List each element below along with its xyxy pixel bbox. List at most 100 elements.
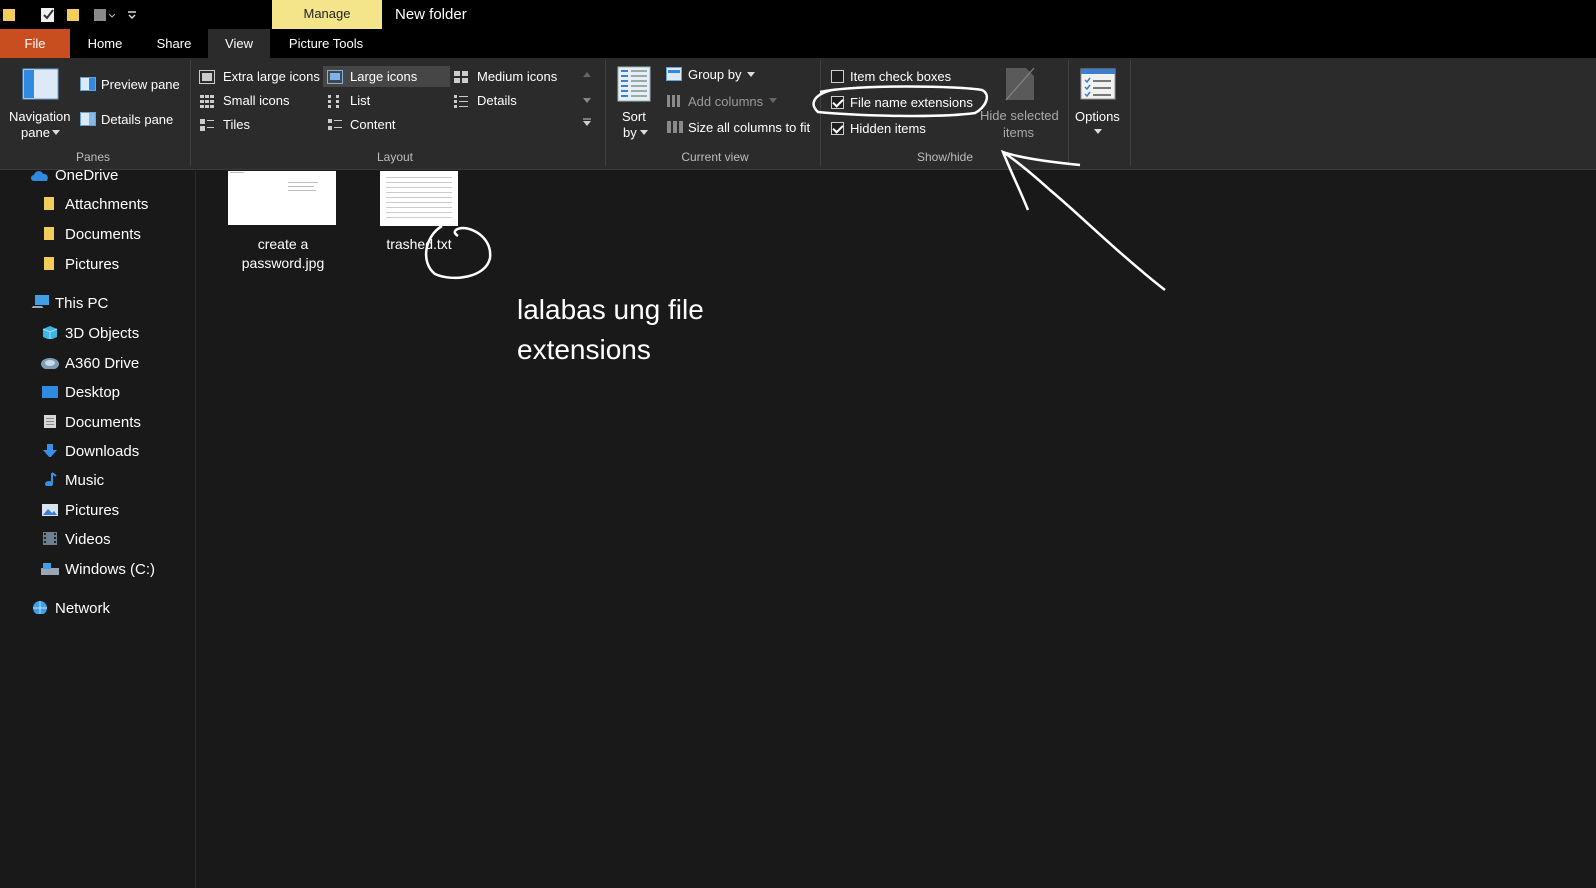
file-name-txt[interactable]: trashed.txt <box>364 235 474 254</box>
file-name-jpg[interactable]: create a password.jpg <box>224 235 342 273</box>
nav-item-network[interactable]: Network <box>55 600 110 617</box>
image-preview-icon <box>230 172 318 191</box>
nav-item-onedrive[interactable]: OneDrive <box>55 167 118 184</box>
hidden-items-checkbox[interactable] <box>831 122 844 135</box>
navigation-pane-icon[interactable] <box>22 68 60 100</box>
nav-item-downloads[interactable]: Downloads <box>65 443 139 460</box>
nav-item-desktop[interactable]: Desktop <box>65 384 120 401</box>
3d-objects-icon <box>42 326 58 339</box>
list-icon <box>328 95 339 108</box>
size-all-columns-button[interactable]: Size all columns to fit <box>688 120 810 135</box>
group-by-button[interactable]: Group by <box>688 67 741 82</box>
scroll-up-icon[interactable] <box>583 72 591 78</box>
details-pane-icon[interactable] <box>80 112 96 126</box>
preview-pane-button[interactable]: Preview pane <box>101 77 180 92</box>
properties-icon[interactable] <box>40 6 56 23</box>
layout-large-icons[interactable]: Large icons <box>350 69 417 84</box>
options-button[interactable]: Options <box>1075 109 1120 124</box>
hide-selected-items-icon[interactable] <box>1004 66 1036 102</box>
cloud-drive-icon <box>41 358 59 369</box>
layout-content[interactable]: Content <box>350 117 396 132</box>
preview-pane-icon[interactable] <box>80 77 96 91</box>
divider <box>190 60 191 166</box>
nav-item-onedrive-pictures[interactable]: Pictures <box>65 256 119 273</box>
divider <box>820 60 821 166</box>
sort-by-icon[interactable] <box>617 66 651 102</box>
tab-picture-tools[interactable]: Picture Tools <box>276 29 376 58</box>
rename-icon[interactable] <box>93 6 115 23</box>
layout-small-icons[interactable]: Small icons <box>223 93 289 108</box>
content-icon <box>328 119 342 130</box>
expand-gallery-icon[interactable] <box>582 118 592 128</box>
new-folder-icon[interactable] <box>66 6 80 23</box>
layout-details[interactable]: Details <box>477 93 517 108</box>
hide-selected-items-label-2[interactable]: items <box>1003 125 1034 140</box>
nav-item-documents[interactable]: Documents <box>65 414 141 431</box>
hide-selected-items-label-1[interactable]: Hide selected <box>980 108 1059 123</box>
tab-file[interactable]: File <box>0 29 70 58</box>
sort-by-label-2[interactable]: by <box>623 125 637 140</box>
divider <box>1068 60 1069 166</box>
chevron-down-icon[interactable] <box>1094 129 1102 135</box>
nav-item-music[interactable]: Music <box>65 472 104 489</box>
tab-view[interactable]: View <box>208 29 270 58</box>
extra-large-icons-icon <box>199 70 215 84</box>
divider <box>1130 60 1131 166</box>
add-columns-button[interactable]: Add columns <box>688 94 763 109</box>
file-thumbnail-image[interactable] <box>228 171 336 225</box>
ribbon-tabs: File Home Share View Picture Tools <box>0 29 1596 58</box>
file-name-line: password.jpg <box>241 255 325 271</box>
nav-item-windows-c[interactable]: Windows (C:) <box>65 561 155 578</box>
layout-list[interactable]: List <box>350 93 370 108</box>
chevron-down-icon[interactable] <box>747 72 755 78</box>
tab-share[interactable]: Share <box>143 29 205 58</box>
options-icon[interactable] <box>1080 68 1116 100</box>
file-thumbnail-text[interactable] <box>380 171 458 226</box>
add-columns-icon <box>667 95 680 107</box>
layout-group-label: Layout <box>376 150 414 164</box>
navigation-pane-label-2[interactable]: pane <box>21 125 50 140</box>
desktop-icon <box>42 386 58 398</box>
navigation-pane-label-1[interactable]: Navigation <box>9 109 70 124</box>
chevron-down-icon <box>769 98 777 103</box>
panes-group-label: Panes <box>75 150 111 164</box>
details-pane-button[interactable]: Details pane <box>101 112 173 127</box>
size-all-columns-icon <box>667 121 683 133</box>
nav-item-this-pc[interactable]: This PC <box>55 295 108 312</box>
chevron-down-icon[interactable] <box>52 130 60 136</box>
arrow-shaft <box>1002 150 1166 291</box>
documents-icon <box>44 415 56 428</box>
text-document-icon <box>386 177 452 218</box>
scroll-down-icon[interactable] <box>583 98 591 104</box>
hidden-items-label[interactable]: Hidden items <box>850 121 926 136</box>
file-name-extensions-checkbox[interactable] <box>831 96 844 109</box>
chevron-down-icon[interactable] <box>640 130 648 136</box>
customize-toolbar-icon[interactable] <box>127 6 137 23</box>
item-check-boxes-label[interactable]: Item check boxes <box>850 69 951 84</box>
nav-item-attachments[interactable]: Attachments <box>65 196 148 213</box>
title-bar: Manage New folder <box>0 0 1596 29</box>
show-hide-group-label: Show/hide <box>916 150 974 164</box>
layout-tiles[interactable]: Tiles <box>223 117 250 132</box>
file-name-extensions-label[interactable]: File name extensions <box>850 95 973 110</box>
annotation-line: lalabas ung file <box>517 294 704 325</box>
layout-extra-large-icons[interactable]: Extra large icons <box>223 69 320 84</box>
tab-home[interactable]: Home <box>74 29 136 58</box>
folder-icon[interactable] <box>2 6 16 23</box>
computer-icon <box>31 295 49 308</box>
folder-icon <box>44 257 54 270</box>
nav-item-pictures[interactable]: Pictures <box>65 502 119 519</box>
nav-item-onedrive-documents[interactable]: Documents <box>65 226 141 243</box>
nav-item-3d-objects[interactable]: 3D Objects <box>65 325 139 342</box>
current-view-group-label: Current view <box>681 150 749 164</box>
group-by-icon <box>666 67 682 81</box>
manage-context-tab[interactable]: Manage <box>272 0 382 29</box>
nav-item-a360-drive[interactable]: A360 Drive <box>65 355 139 372</box>
divider <box>605 60 606 166</box>
item-check-boxes-checkbox[interactable] <box>831 70 844 83</box>
navigation-pane[interactable]: OneDrive Attachments Documents Pictures … <box>0 167 196 888</box>
videos-icon <box>43 532 57 545</box>
nav-item-videos[interactable]: Videos <box>65 531 111 548</box>
layout-medium-icons[interactable]: Medium icons <box>477 69 557 84</box>
sort-by-label-1[interactable]: Sort <box>622 109 646 124</box>
